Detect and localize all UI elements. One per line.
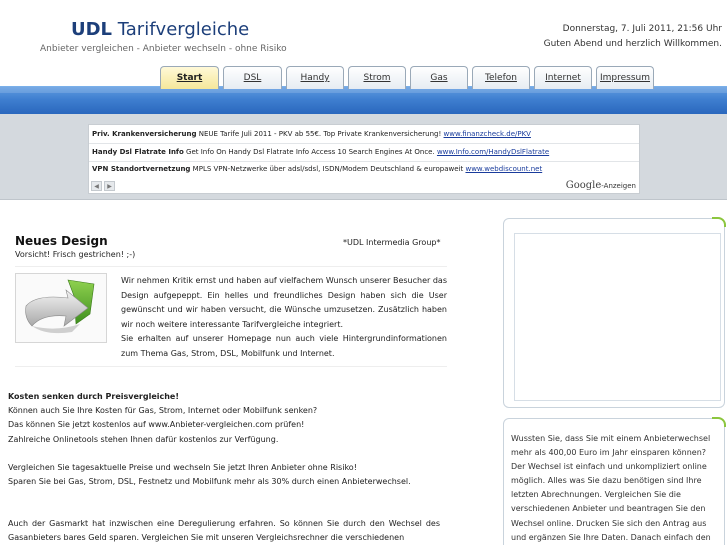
- sidebar-box-ad: [503, 217, 726, 408]
- article-author: *UDL Intermedia Group*: [343, 238, 441, 247]
- main-nav: Start DSL Handy Strom Gas Telefon Intern…: [160, 66, 658, 89]
- ad-next-arrow-icon[interactable]: ▶: [104, 181, 115, 191]
- site-logo[interactable]: UDL Tarifvergleiche: [71, 19, 249, 40]
- ad-pager: ◀ ▶: [91, 181, 115, 191]
- logo-rest: Tarifvergleiche: [112, 19, 250, 40]
- google-ads-box: Priv. Krankenversicherung NEUE Tarife Ju…: [88, 124, 640, 194]
- ad-text: NEUE Tarife Juli 2011 - PKV ab 55€. Top …: [196, 130, 444, 138]
- google-wordmark: Google: [565, 180, 602, 191]
- tagline: Anbieter vergleichen - Anbieter wechseln…: [40, 44, 287, 54]
- divider: [15, 266, 447, 267]
- tab-internet[interactable]: Internet: [534, 66, 592, 89]
- google-ads-label[interactable]: Google-Anzeigen: [566, 180, 636, 191]
- ad-link[interactable]: www.webdiscount.net: [465, 165, 542, 173]
- ad-prev-arrow-icon[interactable]: ◀: [91, 181, 102, 191]
- main-body-text: Kosten senken durch Preisvergleiche! Kön…: [8, 390, 440, 545]
- nav-band: [0, 86, 727, 114]
- tab-dsl[interactable]: DSL: [223, 66, 282, 89]
- tab-telefon[interactable]: Telefon: [472, 66, 530, 89]
- ad-title[interactable]: Priv. Krankenversicherung: [92, 130, 197, 138]
- ad-title[interactable]: VPN Standortvernetzung: [92, 165, 190, 173]
- body-line: Vergleichen Sie tagesaktuelle Preise und…: [8, 462, 357, 472]
- header: UDL Tarifvergleiche Anbieter vergleichen…: [0, 0, 727, 66]
- tab-start[interactable]: Start: [160, 66, 219, 89]
- body-line: Können auch Sie Ihre Kosten für Gas, Str…: [8, 406, 318, 416]
- ad-title[interactable]: Handy Dsl Flatrate Info: [92, 148, 184, 156]
- article-subtitle: Vorsicht! Frisch gestrichen! ;-): [15, 250, 136, 259]
- body-paragraph: Auch der Gasmarkt hat inzwischen eine De…: [8, 519, 440, 543]
- ad-divider: [89, 161, 639, 162]
- ad-link[interactable]: www.finanzcheck.de/PKV: [444, 130, 531, 138]
- body-line: Sparen Sie bei Gas, Strom, DSL, Festnetz…: [8, 477, 411, 487]
- sidebar-info-text: Wussten Sie, dass Sie mit einem Anbieter…: [511, 434, 711, 542]
- intro-paragraph: Sie erhalten auf unserer Homepage nun au…: [121, 334, 447, 358]
- sidebar-box-info: Wussten Sie, dass Sie mit einem Anbieter…: [503, 417, 726, 545]
- intro-paragraph: Wir nehmen Kritik ernst und haben auf vi…: [121, 276, 447, 329]
- section-heading: Kosten senken durch Preisvergleiche!: [8, 392, 180, 401]
- ad-item[interactable]: VPN Standortvernetzung MPLS VPN-Netzwerk…: [92, 165, 542, 173]
- ad-divider: [89, 143, 639, 144]
- corner-accent: [712, 417, 726, 427]
- ad-link[interactable]: www.Info.com/HandyDslFlatrate: [437, 148, 549, 156]
- greeting: Guten Abend und herzlich Willkommen.: [543, 39, 722, 49]
- arrow-cycle-icon: [25, 279, 95, 334]
- divider: [15, 366, 447, 367]
- tab-gas[interactable]: Gas: [410, 66, 468, 89]
- tab-strom[interactable]: Strom: [348, 66, 406, 89]
- article-title: Neues Design: [15, 234, 108, 248]
- ad-text: MPLS VPN-Netzwerke über adsl/sdsl, ISDN/…: [190, 165, 466, 173]
- ad-area: Priv. Krankenversicherung NEUE Tarife Ju…: [0, 114, 727, 200]
- tab-impressum[interactable]: Impressum: [596, 66, 654, 89]
- google-ads-suffix: -Anzeigen: [601, 182, 636, 190]
- logo-bold: UDL: [71, 19, 113, 40]
- body-line: Zahlreiche Onlinetools stehen Ihnen dafü…: [8, 434, 279, 444]
- corner-accent: [712, 217, 726, 227]
- tab-handy[interactable]: Handy: [286, 66, 344, 89]
- date-display: Donnerstag, 7. Juli 2011, 21:56 Uhr: [562, 24, 722, 34]
- intro-text: Wir nehmen Kritik ernst und haben auf vi…: [121, 274, 447, 361]
- ad-item[interactable]: Priv. Krankenversicherung NEUE Tarife Ju…: [92, 130, 531, 138]
- design-illustration: [15, 273, 107, 343]
- sidebar-ad-frame: [514, 233, 721, 401]
- ad-text: Get Info On Handy Dsl Flatrate Info Acce…: [183, 148, 437, 156]
- ad-item[interactable]: Handy Dsl Flatrate Info Get Info On Hand…: [92, 148, 549, 156]
- body-line: Das können Sie jetzt kostenlos auf www.A…: [8, 420, 305, 430]
